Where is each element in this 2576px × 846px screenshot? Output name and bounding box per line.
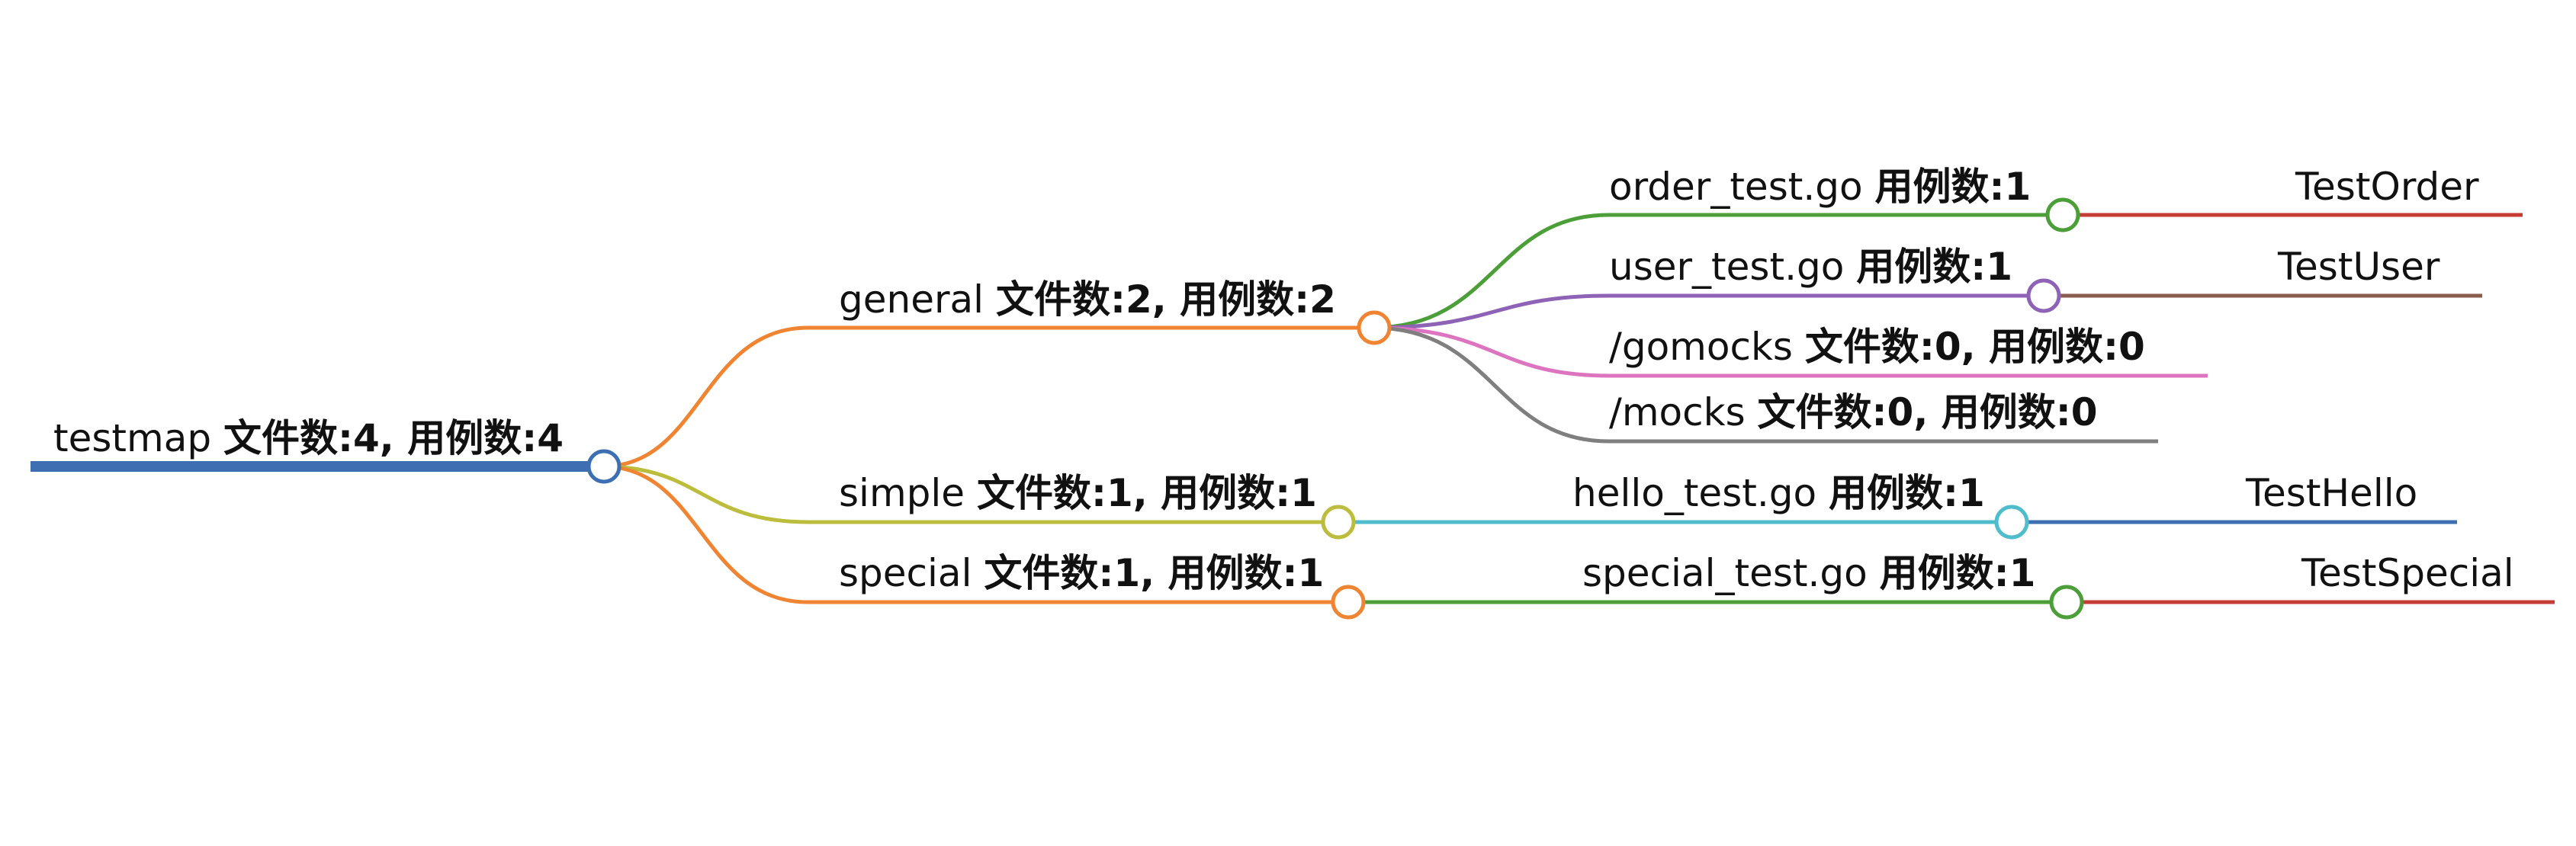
edge-general-to-mocks	[1370, 325, 1611, 444]
order-collapse-toggle[interactable]	[2045, 197, 2080, 232]
testorder-node-label[interactable]: TestOrder	[2295, 165, 2479, 209]
testuser-node-label[interactable]: TestUser	[2277, 245, 2440, 289]
testspecial-node-label[interactable]: TestSpecial	[2301, 551, 2514, 595]
gomocks-node-label[interactable]: /gomocks 文件数:0, 用例数:0	[1609, 325, 2145, 369]
edge-root-to-simple	[600, 464, 811, 524]
testhello-node-label[interactable]: TestHello	[2245, 471, 2417, 515]
special-collapse-toggle[interactable]	[1331, 585, 1366, 620]
special-node-label[interactable]: special 文件数:1, 用例数:1	[839, 551, 1324, 595]
order-file-node-label[interactable]: order_test.go 用例数:1	[1609, 165, 2031, 209]
special-file-node-label[interactable]: special_test.go 用例数:1	[1582, 551, 2035, 595]
edge-root-to-special	[600, 464, 811, 604]
root-collapse-toggle[interactable]	[586, 449, 622, 484]
simple-collapse-toggle[interactable]	[1321, 505, 1356, 540]
specialtest-collapse-toggle[interactable]	[2049, 585, 2084, 620]
mocks-node-label[interactable]: /mocks 文件数:0, 用例数:0	[1609, 390, 2098, 434]
hello-collapse-toggle[interactable]	[1994, 505, 2029, 540]
edge-root-to-general	[600, 325, 811, 469]
general-node-label[interactable]: general 文件数:2, 用例数:2	[839, 277, 1336, 322]
general-collapse-toggle[interactable]	[1357, 310, 1392, 345]
user-file-node-label[interactable]: user_test.go 用例数:1	[1609, 245, 2012, 289]
hello-file-node-label[interactable]: hello_test.go 用例数:1	[1572, 471, 1985, 515]
root-node-label[interactable]: testmap 文件数:4, 用例数:4	[53, 416, 564, 460]
simple-node-label[interactable]: simple 文件数:1, 用例数:1	[839, 471, 1317, 515]
user-collapse-toggle[interactable]	[2026, 278, 2061, 313]
mindmap-canvas: testmap 文件数:4, 用例数:4 general 文件数:2, 用例数:…	[31, 165, 2555, 620]
edge-general-to-gomocks	[1370, 325, 1611, 378]
